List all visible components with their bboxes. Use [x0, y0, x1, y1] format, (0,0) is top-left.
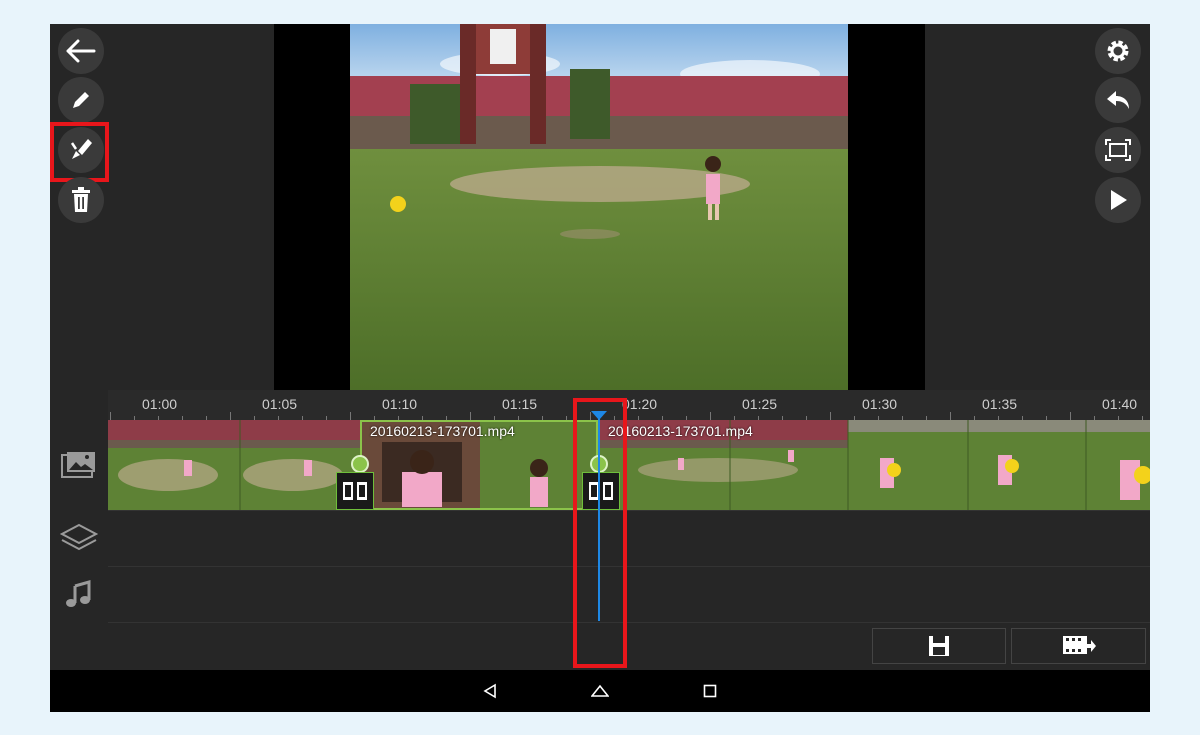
play-icon: [1111, 190, 1127, 210]
ruler-tick: [230, 412, 231, 420]
settings-button[interactable]: [1095, 28, 1141, 74]
transition-marker[interactable]: [336, 472, 374, 510]
highlight-playhead: [573, 398, 627, 668]
export-button[interactable]: [1011, 628, 1146, 664]
ruler-label: 01:00: [142, 396, 178, 412]
audio-track-icon-cell: [50, 566, 108, 622]
floppy-icon: [929, 636, 949, 656]
play-button[interactable]: [1095, 177, 1141, 223]
app-window: 01:00 01:05 01:10 01:15 01:20 01:25 01:3…: [50, 24, 1150, 712]
nav-back-button[interactable]: [477, 678, 503, 704]
nav-recents-button[interactable]: [697, 678, 723, 704]
ruler-label: 01:40: [1102, 396, 1138, 412]
back-button[interactable]: [58, 28, 104, 74]
ruler-label: 01:25: [742, 396, 778, 412]
overlay-track[interactable]: [108, 511, 1150, 567]
undo-button[interactable]: [1095, 77, 1141, 123]
ruler-label: 01:30: [862, 396, 898, 412]
ruler-tick: [830, 412, 831, 420]
music-note-icon: [66, 580, 91, 607]
clip-label: 20160213-173701.mp4: [370, 423, 515, 439]
delete-button[interactable]: [58, 177, 104, 223]
nav-home-button[interactable]: [587, 678, 613, 704]
pencil-icon: [73, 92, 89, 108]
video-track-icon-cell: [50, 420, 108, 510]
triangle-back-icon: [483, 683, 496, 699]
clip-label: 20160213-173701.mp4: [608, 423, 753, 439]
audio-track[interactable]: [108, 567, 1150, 623]
clip-thumbnails-a[interactable]: [108, 420, 360, 510]
trash-icon: [72, 187, 90, 212]
trim-handle[interactable]: [351, 455, 369, 473]
square-recents-icon: [703, 684, 717, 698]
ruler-tick: [950, 412, 951, 420]
ruler-label: 01:20: [622, 396, 658, 412]
ruler-label: 01:35: [982, 396, 1018, 412]
undo-icon: [1107, 91, 1129, 109]
image-film-icon: [61, 452, 95, 478]
save-button[interactable]: [872, 628, 1006, 664]
ruler-label: 01:05: [262, 396, 298, 412]
ruler-label: 01:15: [502, 396, 538, 412]
fullscreen-button[interactable]: [1095, 127, 1141, 173]
overlay-track-icon-cell: [50, 510, 108, 566]
arrow-left-icon: [66, 39, 96, 63]
ruler-tick: [110, 412, 111, 420]
ruler-tick: [1070, 412, 1071, 420]
ruler-tick: [350, 412, 351, 420]
layers-icon: [60, 523, 98, 551]
ruler-label: 01:10: [382, 396, 418, 412]
transition-icon: [343, 482, 367, 500]
track-icons: [50, 420, 108, 670]
highlight-brush: [50, 122, 109, 182]
time-ruler[interactable]: 01:00 01:05 01:10 01:15 01:20 01:25 01:3…: [108, 390, 1150, 421]
home-icon: [591, 684, 609, 697]
system-navbar: [50, 670, 1150, 712]
video-track[interactable]: 20160213-173701.mp4 20160213-173701.mp4: [108, 420, 1150, 511]
fullscreen-icon: [1105, 139, 1131, 161]
video-preview[interactable]: [274, 24, 925, 390]
ruler-tick: [710, 412, 711, 420]
ruler-tick: [470, 412, 471, 420]
video-frame: [350, 24, 848, 390]
film-export-icon: [1062, 636, 1096, 654]
edit-button[interactable]: [58, 77, 104, 123]
gear-icon: [1107, 40, 1129, 62]
preview-area: [50, 24, 1150, 390]
